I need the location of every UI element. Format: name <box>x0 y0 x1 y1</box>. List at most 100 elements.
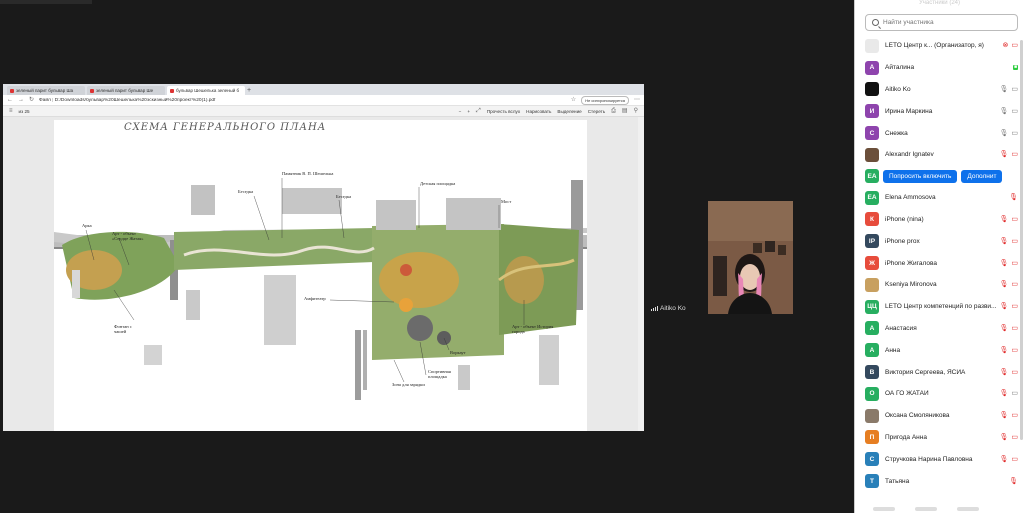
participant-status-icons: 🎙︎ ▭ <box>999 238 1018 245</box>
url-field[interactable]: Файл | D:/Downloads/бульвар%20Шешелька%2… <box>39 98 566 103</box>
zoom-in-button[interactable]: + <box>467 109 470 114</box>
camera-off-icon[interactable]: ▭ <box>1011 303 1018 310</box>
microphone-icon[interactable]: 🎙︎ <box>999 130 1008 137</box>
reload-icon[interactable]: ↻ <box>29 97 34 103</box>
ask-enable-button[interactable]: Попросить включить <box>883 169 958 183</box>
read-aloud-button[interactable]: Прочесть вслух <box>487 109 520 114</box>
new-tab-icon[interactable]: + <box>247 86 255 95</box>
camera-off-icon[interactable]: ▭ <box>1011 281 1018 288</box>
draw-button[interactable]: Нарисовать <box>526 109 551 114</box>
footer-button[interactable] <box>873 507 895 511</box>
microphone-muted-icon[interactable]: 🎙︎ <box>999 347 1008 354</box>
more-button[interactable]: Дополнит <box>961 169 1003 183</box>
camera-icon[interactable]: ▭ <box>1011 390 1018 397</box>
pdf-icon <box>10 88 14 93</box>
participant-row[interactable]: А Айталина ■ <box>855 57 1024 79</box>
participant-row[interactable]: Т Татьяна 🎙︎ <box>855 470 1024 492</box>
microphone-icon[interactable]: 🎙︎ <box>999 108 1008 115</box>
microphone-icon[interactable]: 🎙︎ <box>999 86 1008 93</box>
participant-row[interactable]: Kseniya Mironova 🎙︎ ▭ <box>855 274 1024 296</box>
browser-tab[interactable]: зеленый парит бульвар Ше <box>87 86 165 95</box>
microphone-muted-icon[interactable]: 🎙︎ <box>999 303 1008 310</box>
star-icon[interactable]: ☆ <box>571 97 576 103</box>
participant-row[interactable]: ЖiPhone Жигалова 🎙︎ ▭ <box>855 252 1024 274</box>
camera-off-icon[interactable]: ▭ <box>1011 42 1018 49</box>
participant-name: Анна <box>885 346 901 354</box>
camera-off-icon[interactable]: ▭ <box>1011 260 1018 267</box>
back-icon[interactable]: ← <box>7 97 13 103</box>
erase-button[interactable]: Стереть <box>588 109 605 114</box>
speaker-video[interactable] <box>708 201 793 314</box>
search-input[interactable] <box>883 19 1013 26</box>
participant-row[interactable]: Aitiko Ko 🎙︎ ▭ <box>855 79 1024 101</box>
pdf-canvas[interactable]: СХЕМА ГЕНЕРАЛЬНОГО ПЛАНА Арка Арт - объе… <box>3 117 644 431</box>
camera-off-icon[interactable]: ▭ <box>1011 347 1018 354</box>
participant-row[interactable]: А Анна 🎙︎ ▭ <box>855 339 1024 361</box>
participant-row[interactable]: ЦЦ LETO Центр компетенций по разви... 🎙︎ ▭ <box>855 296 1024 318</box>
microphone-muted-icon[interactable]: 🎙︎ <box>999 456 1008 463</box>
avatar <box>865 277 879 292</box>
microphone-muted-icon[interactable]: 🎙︎ <box>1009 194 1018 201</box>
microphone-muted-icon[interactable]: 🎙︎ <box>999 434 1008 441</box>
participant-name: LETO Центр к... (Организатор, я) <box>885 42 984 50</box>
participant-row[interactable]: И Ирина Маркина 🎙︎ ▭ <box>855 100 1024 122</box>
participant-search[interactable] <box>865 14 1018 31</box>
microphone-muted-icon[interactable]: 🎙︎ <box>999 216 1008 223</box>
stop-icon[interactable]: ⊗ <box>1003 42 1009 49</box>
participant-row[interactable]: LETO Центр к... (Организатор, я) ⊗ ▭ <box>855 35 1024 57</box>
print-icon[interactable]: ⎙ <box>611 108 616 114</box>
master-plan-drawing <box>54 178 587 400</box>
camera-off-icon[interactable]: ▭ <box>1011 456 1018 463</box>
participant-status-icons: 🎙︎ ▭ <box>999 108 1018 115</box>
camera-off-icon[interactable]: ▭ <box>1011 412 1018 419</box>
microphone-muted-icon[interactable]: 🎙︎ <box>999 369 1008 376</box>
participant-row[interactable]: Alexandr Ignatev 🎙︎ ▭ <box>855 144 1024 166</box>
camera-off-icon[interactable]: ▭ <box>1011 369 1018 376</box>
camera-off-icon[interactable]: ▭ <box>1011 151 1018 158</box>
microphone-muted-icon[interactable]: 🎙︎ <box>999 238 1008 245</box>
participant-row[interactable]: Оксана Смоляникова 🎙︎ ▭ <box>855 405 1024 427</box>
menu-dots-icon[interactable]: ⋯ <box>634 97 640 103</box>
participant-row[interactable]: КiPhone (nina) 🎙︎ ▭ <box>855 209 1024 231</box>
microphone-muted-icon[interactable]: 🎙︎ <box>999 412 1008 419</box>
participant-row[interactable]: EA Elena Ammosova 🎙︎ <box>855 187 1024 209</box>
participant-row[interactable]: А Анастасия 🎙︎ ▭ <box>855 318 1024 340</box>
camera-icon[interactable]: ▭ <box>1011 130 1018 137</box>
participant-row[interactable]: О ОА ГО ЖАТАЙ 🎙︎ ▭ <box>855 383 1024 405</box>
zoom-out-button[interactable]: − <box>459 109 462 114</box>
participant-row[interactable]: IP iPhone prox 🎙︎ ▭ <box>855 230 1024 252</box>
contents-icon[interactable]: ≡ <box>9 108 13 114</box>
browser-tab-active[interactable]: бульвар Шешелька зеленый б <box>167 86 245 95</box>
camera-icon[interactable]: ▭ <box>1011 86 1018 93</box>
sync-status-button[interactable]: Не синхронизируется <box>581 95 629 105</box>
camera-off-icon[interactable]: ▭ <box>1011 238 1018 245</box>
panel-scrollbar[interactable] <box>1020 40 1023 440</box>
microphone-muted-icon[interactable]: 🎙︎ <box>999 281 1008 288</box>
camera-off-icon[interactable]: ▭ <box>1011 434 1018 441</box>
pin-icon[interactable]: ⚲ <box>634 108 638 114</box>
footer-button[interactable] <box>957 507 979 511</box>
participant-row[interactable]: П Пригода Анна 🎙︎ ▭ <box>855 427 1024 449</box>
screen-share-icon[interactable]: ■ <box>1012 65 1018 71</box>
participant-row[interactable]: С Снежка 🎙︎ ▭ <box>855 122 1024 144</box>
browser-tab[interactable]: зеленый парит бульвар Ша <box>7 86 85 95</box>
page-indicator[interactable]: из 25 <box>19 109 30 114</box>
camera-off-icon[interactable]: ▭ <box>1011 325 1018 332</box>
avatar: В <box>865 365 879 380</box>
microphone-muted-icon[interactable]: 🎙︎ <box>999 390 1008 397</box>
fit-page-icon[interactable]: ⤢ <box>476 108 481 114</box>
forward-icon[interactable]: → <box>18 97 24 103</box>
microphone-muted-icon[interactable]: 🎙︎ <box>999 325 1008 332</box>
camera-icon[interactable]: ▭ <box>1011 108 1018 115</box>
participant-row[interactable]: С Стручкова Нарина Павловна 🎙︎ ▭ <box>855 448 1024 470</box>
microphone-muted-icon[interactable]: 🎙︎ <box>999 151 1008 158</box>
microphone-muted-icon[interactable]: 🎙︎ <box>999 260 1008 267</box>
shared-screen: зеленый парит бульвар Ша зеленый парит б… <box>3 84 644 431</box>
camera-off-icon[interactable]: ▭ <box>1011 216 1018 223</box>
participant-row[interactable]: В Виктория Сергеева, ЯСИА 🎙︎ ▭ <box>855 361 1024 383</box>
pdf-scrollbar[interactable] <box>638 117 644 431</box>
highlight-button[interactable]: Выделение <box>557 109 581 114</box>
save-icon[interactable]: ▤ <box>622 108 628 114</box>
footer-button[interactable] <box>915 507 937 511</box>
microphone-muted-icon[interactable]: 🎙︎ <box>1009 478 1018 485</box>
